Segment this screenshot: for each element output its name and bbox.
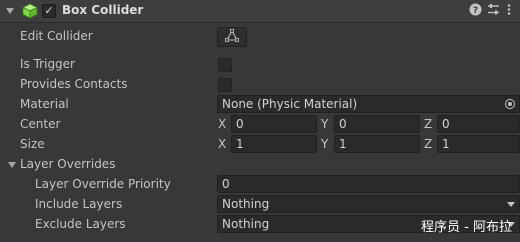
box-collider-icon [22,3,38,19]
svg-text:?: ? [472,6,477,16]
presets-icon[interactable] [486,3,500,17]
provides-contacts-checkbox[interactable] [218,78,232,92]
center-y-input[interactable]: 0 [334,115,420,133]
enabled-checkbox[interactable]: ✓ [42,4,56,18]
size-z-input[interactable]: 1 [437,135,520,153]
provides-contacts-label: Provides Contacts [20,77,128,91]
material-label: Material [20,97,69,111]
kebab-menu-icon[interactable] [502,3,516,17]
layer-overrides-label[interactable]: Layer Overrides [20,155,115,173]
size-x-label: X [218,137,227,151]
size-label: Size [20,137,45,151]
is-trigger-checkbox[interactable] [218,58,232,72]
layer-overrides-foldout-icon[interactable] [8,162,16,168]
material-field[interactable]: None (Physic Material) [217,95,520,113]
center-z-input[interactable]: 0 [437,115,520,133]
center-x-label: X [218,117,227,131]
component-title: Box Collider [62,3,144,17]
watermark-text: 程序员 - 阿布拉 [421,220,512,235]
include-layers-dropdown[interactable]: Nothing [217,195,520,213]
component-header[interactable]: ✓ Box Collider ? [0,0,520,23]
center-label: Center [20,117,61,131]
size-x-input[interactable]: 1 [231,135,317,153]
include-layers-value: Nothing [222,197,270,211]
is-trigger-label: Is Trigger [20,57,75,71]
edit-collider-button[interactable] [217,27,247,47]
edit-bounds-icon [225,29,239,42]
collapse-arrow-icon[interactable] [6,8,14,14]
exclude-layers-label: Exclude Layers [35,217,126,231]
layer-override-priority-label: Layer Override Priority [35,177,171,191]
size-z-label: Z [424,137,433,151]
center-x-input[interactable]: 0 [231,115,317,133]
material-value: None (Physic Material) [222,97,358,111]
layer-override-priority-input[interactable]: 0 [217,175,520,193]
include-layers-label: Include Layers [35,197,123,211]
size-y-label: Y [321,137,329,151]
center-y-label: Y [321,117,329,131]
object-picker-icon[interactable] [505,99,515,109]
exclude-layers-value: Nothing [222,217,270,231]
edit-collider-label: Edit Collider [20,29,93,43]
chevron-down-icon [507,202,515,207]
size-y-input[interactable]: 1 [334,135,420,153]
center-z-label: Z [424,117,433,131]
help-icon[interactable]: ? [468,3,482,17]
